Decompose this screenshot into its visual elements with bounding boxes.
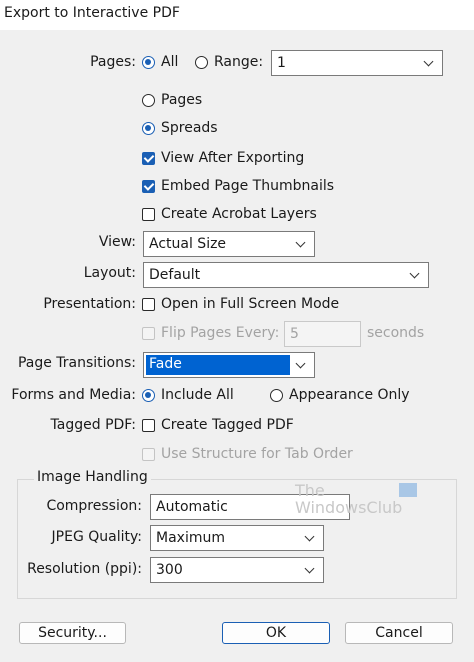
jpeg-quality-dropdown[interactable]: Maximum xyxy=(150,525,324,551)
layout-value: Default xyxy=(149,267,201,283)
image-handling-title: Image Handling xyxy=(34,469,151,485)
chevron-down-icon xyxy=(409,268,420,279)
page-transitions-label: Page Transitions: xyxy=(17,355,136,371)
pages-all-radio[interactable] xyxy=(142,56,155,69)
resolution-value: 300 xyxy=(156,562,183,578)
watermark-line1: The xyxy=(295,481,325,500)
page-transitions-value: Fade xyxy=(146,355,290,375)
ok-button[interactable]: OK xyxy=(222,622,330,644)
pages-all-label: All xyxy=(161,54,179,70)
create-tagged-label: Create Tagged PDF xyxy=(161,417,294,433)
include-all-label: Include All xyxy=(161,387,234,403)
watermark-line2: WindowsClub xyxy=(295,498,403,517)
chevron-down-icon xyxy=(423,56,434,67)
create-tagged-checkbox[interactable] xyxy=(142,419,155,432)
flip-pages-value: 5 xyxy=(290,326,299,342)
structure-tab-label: Use Structure for Tab Order xyxy=(161,446,353,462)
flip-pages-label: Flip Pages Every: xyxy=(161,325,280,341)
window-title: Export to Interactive PDF xyxy=(4,5,180,21)
security-button[interactable]: Security... xyxy=(19,622,126,644)
flip-pages-input[interactable]: 5 xyxy=(284,321,361,347)
view-dropdown[interactable]: Actual Size xyxy=(143,231,315,257)
cancel-button[interactable]: Cancel xyxy=(345,622,453,644)
pages-range-radio[interactable] xyxy=(195,56,208,69)
seconds-label: seconds xyxy=(367,325,425,341)
tagged-pdf-label: Tagged PDF: xyxy=(50,417,136,433)
view-after-exporting-checkbox[interactable] xyxy=(142,152,155,165)
page-transitions-dropdown[interactable]: Fade xyxy=(143,352,315,378)
pages-option-label: Pages xyxy=(161,92,203,108)
chevron-down-icon xyxy=(295,237,306,248)
create-layers-checkbox[interactable] xyxy=(142,208,155,221)
compression-label: Compression: xyxy=(46,498,142,514)
pages-label: Pages: xyxy=(90,54,136,70)
presentation-label: Presentation: xyxy=(43,296,136,312)
jpeg-quality-value: Maximum xyxy=(156,530,225,546)
appearance-only-label: Appearance Only xyxy=(289,387,410,403)
appearance-only-radio[interactable] xyxy=(270,389,283,402)
embed-thumbnails-checkbox[interactable] xyxy=(142,180,155,193)
chevron-down-icon xyxy=(304,563,315,574)
spreads-option-radio[interactable] xyxy=(142,122,155,135)
view-value: Actual Size xyxy=(149,236,227,252)
pages-range-value: 1 xyxy=(277,55,286,71)
layout-label: Layout: xyxy=(83,265,136,281)
spreads-option-label: Spreads xyxy=(161,120,218,136)
chevron-down-icon xyxy=(304,531,315,542)
pages-range-dropdown[interactable]: 1 xyxy=(271,50,443,76)
forms-media-label: Forms and Media: xyxy=(11,387,136,403)
resolution-dropdown[interactable]: 300 xyxy=(150,557,324,583)
jpeg-quality-label: JPEG Quality: xyxy=(51,529,142,545)
full-screen-checkbox[interactable] xyxy=(142,298,155,311)
structure-tab-checkbox[interactable] xyxy=(142,448,155,461)
full-screen-label: Open in Full Screen Mode xyxy=(161,296,340,312)
watermark: The WindowsClub xyxy=(295,483,402,517)
pages-option-radio[interactable] xyxy=(142,94,155,107)
include-all-radio[interactable] xyxy=(142,389,155,402)
view-after-exporting-label: View After Exporting xyxy=(161,150,305,166)
resolution-label: Resolution (ppi): xyxy=(27,561,142,577)
compression-value: Automatic xyxy=(156,499,228,515)
pages-range-label: Range: xyxy=(214,54,264,70)
view-label: View: xyxy=(98,234,136,250)
layout-dropdown[interactable]: Default xyxy=(143,262,429,288)
embed-thumbnails-label: Embed Page Thumbnails xyxy=(161,178,335,194)
flip-pages-checkbox[interactable] xyxy=(142,327,155,340)
create-layers-label: Create Acrobat Layers xyxy=(161,206,317,222)
chevron-down-icon xyxy=(295,358,306,369)
watermark-logo-icon xyxy=(399,483,417,497)
